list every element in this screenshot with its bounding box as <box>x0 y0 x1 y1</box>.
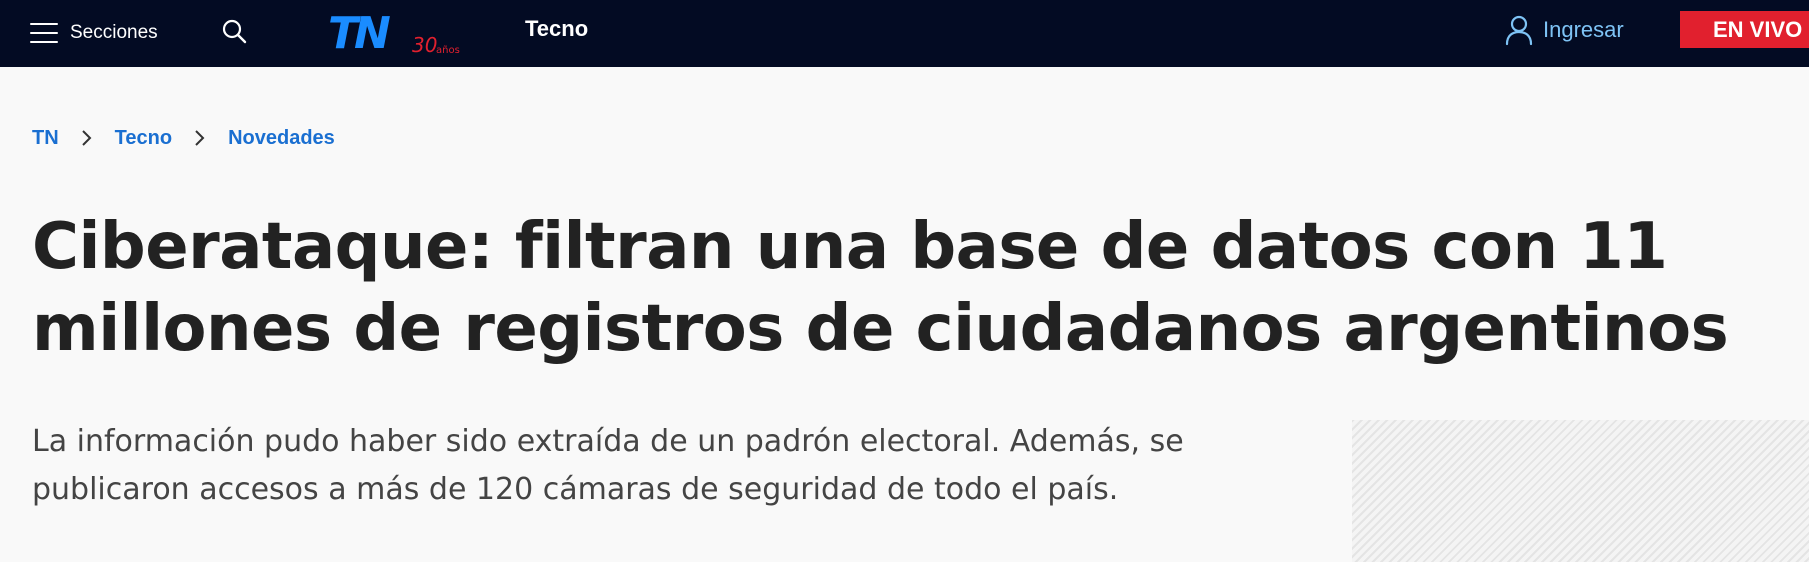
sections-menu-button[interactable]: Secciones <box>30 18 158 48</box>
breadcrumb-item-novedades[interactable]: Novedades <box>228 127 335 150</box>
user-icon <box>1505 15 1533 46</box>
top-navigation-bar: Secciones TN 30 años Tecno Ingresar EN V… <box>0 0 1809 67</box>
live-label: EN VIVO <box>1713 16 1803 42</box>
search-button[interactable] <box>220 17 250 47</box>
login-label: Ingresar <box>1543 17 1624 42</box>
search-icon <box>222 19 247 44</box>
breadcrumb-item-tn[interactable]: TN <box>32 127 59 150</box>
chevron-right-icon <box>81 130 92 146</box>
article-headline: Ciberataque: filtran una base de datos c… <box>32 210 1729 366</box>
logo-anniversary-number: 30 <box>412 33 437 54</box>
breadcrumb-item-tecno[interactable]: Tecno <box>115 127 172 150</box>
hamburger-icon <box>30 23 58 43</box>
live-button[interactable]: EN VIVO <box>1680 11 1809 48</box>
sections-menu-label: Secciones <box>70 22 158 43</box>
tn-logo-graphic: TN 30 años <box>328 8 460 59</box>
article-subheadline: La información pudo haber sido extraída … <box>32 424 1184 507</box>
article-image-placeholder <box>1352 420 1809 562</box>
tn-logo[interactable]: TN 30 años <box>328 8 463 59</box>
chevron-right-icon <box>195 130 205 146</box>
logo-anniversary-suffix: años <box>436 45 460 54</box>
current-section-link[interactable]: Tecno <box>525 16 588 42</box>
logo-brand-text: TN <box>328 10 390 54</box>
breadcrumb: TN Tecno Novedades <box>32 126 335 150</box>
login-button[interactable]: Ingresar <box>1505 14 1624 46</box>
